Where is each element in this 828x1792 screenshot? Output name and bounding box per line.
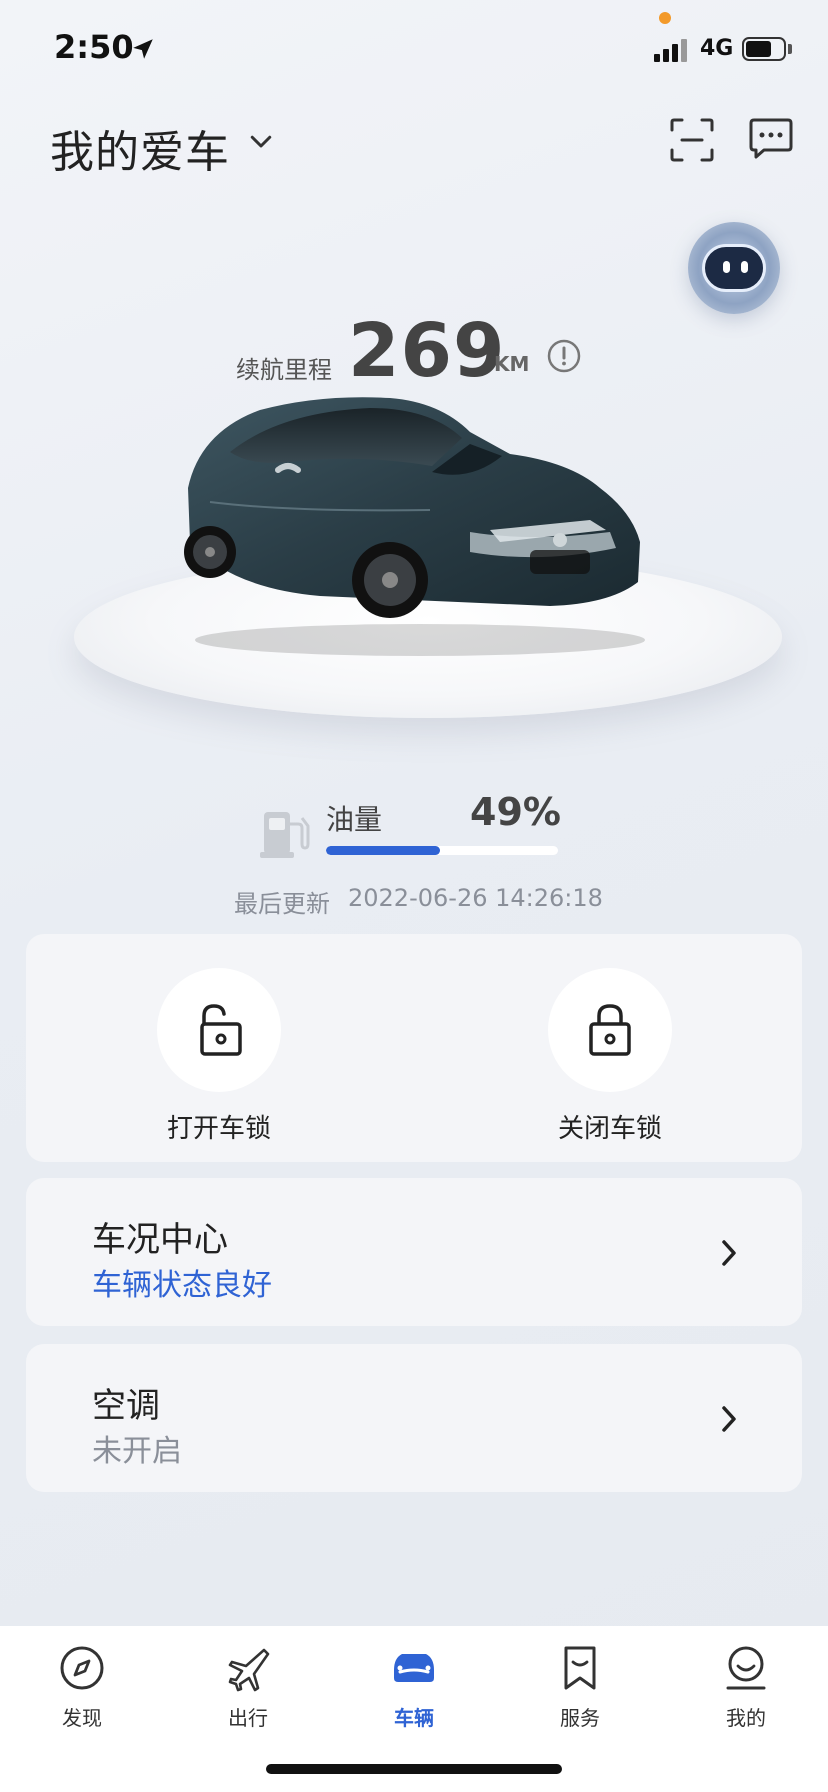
locked-padlock-icon [589,1004,631,1056]
lock-label: 关闭车锁 [557,1114,662,1144]
page-title[interactable]: 我的爱车 [50,116,230,180]
fuel-label: 油量 [326,803,383,836]
fuel-progress-fill [326,846,440,855]
scan-icon[interactable] [668,116,716,164]
assistant-face-icon [702,244,766,292]
tab-discover[interactable]: 发现 [27,1640,137,1740]
tab-vehicle-label: 车辆 [394,1706,434,1730]
message-icon[interactable] [748,116,794,162]
fuel-value: 49% [470,790,561,834]
bookmark-icon [564,1646,596,1690]
car-image [184,397,645,656]
last-update-label: 最后更新 [234,890,330,918]
tab-travel-label: 出行 [228,1706,268,1730]
air-conditioning-status: 未开启 [92,1434,182,1469]
tab-service-label: 服务 [560,1706,600,1730]
vehicle-status-title: 车况中心 [92,1220,228,1260]
network-type: 4G [700,36,734,61]
location-arrow-icon [133,39,153,59]
air-conditioning-title: 空调 [92,1386,160,1426]
status-time: 2:50 [54,28,134,66]
tab-profile-label: 我的 [726,1706,766,1730]
privacy-indicator-dot [659,12,671,24]
smiley-profile-icon [726,1646,766,1690]
tab-profile[interactable]: 我的 [691,1640,801,1740]
vehicle-status-text: 车辆状态良好 [92,1268,272,1303]
unlock-label: 打开车锁 [166,1114,271,1144]
info-icon[interactable] [546,338,582,374]
range-label: 续航里程 [236,356,332,384]
battery-tip [788,44,792,54]
range-unit: KM [494,352,530,376]
cellular-signal-icon [654,38,688,62]
compass-icon [60,1646,104,1690]
airplane-icon [228,1648,270,1692]
tab-travel[interactable]: 出行 [193,1640,303,1740]
chevron-down-icon[interactable] [246,126,276,156]
last-update-value: 2022-06-26 14:26:18 [348,884,603,912]
range-value: 269 [348,308,506,394]
unlocked-padlock-icon [200,1004,242,1056]
car-icon [394,1654,434,1682]
fuel-progress-bar [326,846,558,855]
lock-control-card [26,934,802,1162]
tab-service[interactable]: 服务 [525,1640,635,1740]
fuel-pump-icon [260,812,310,858]
chevron-right-icon [722,1406,736,1432]
tab-discover-label: 发现 [62,1706,102,1730]
tab-vehicle[interactable]: 车辆 [359,1640,469,1740]
home-indicator [266,1764,562,1774]
battery-icon [742,37,786,61]
chevron-right-icon [722,1240,736,1266]
